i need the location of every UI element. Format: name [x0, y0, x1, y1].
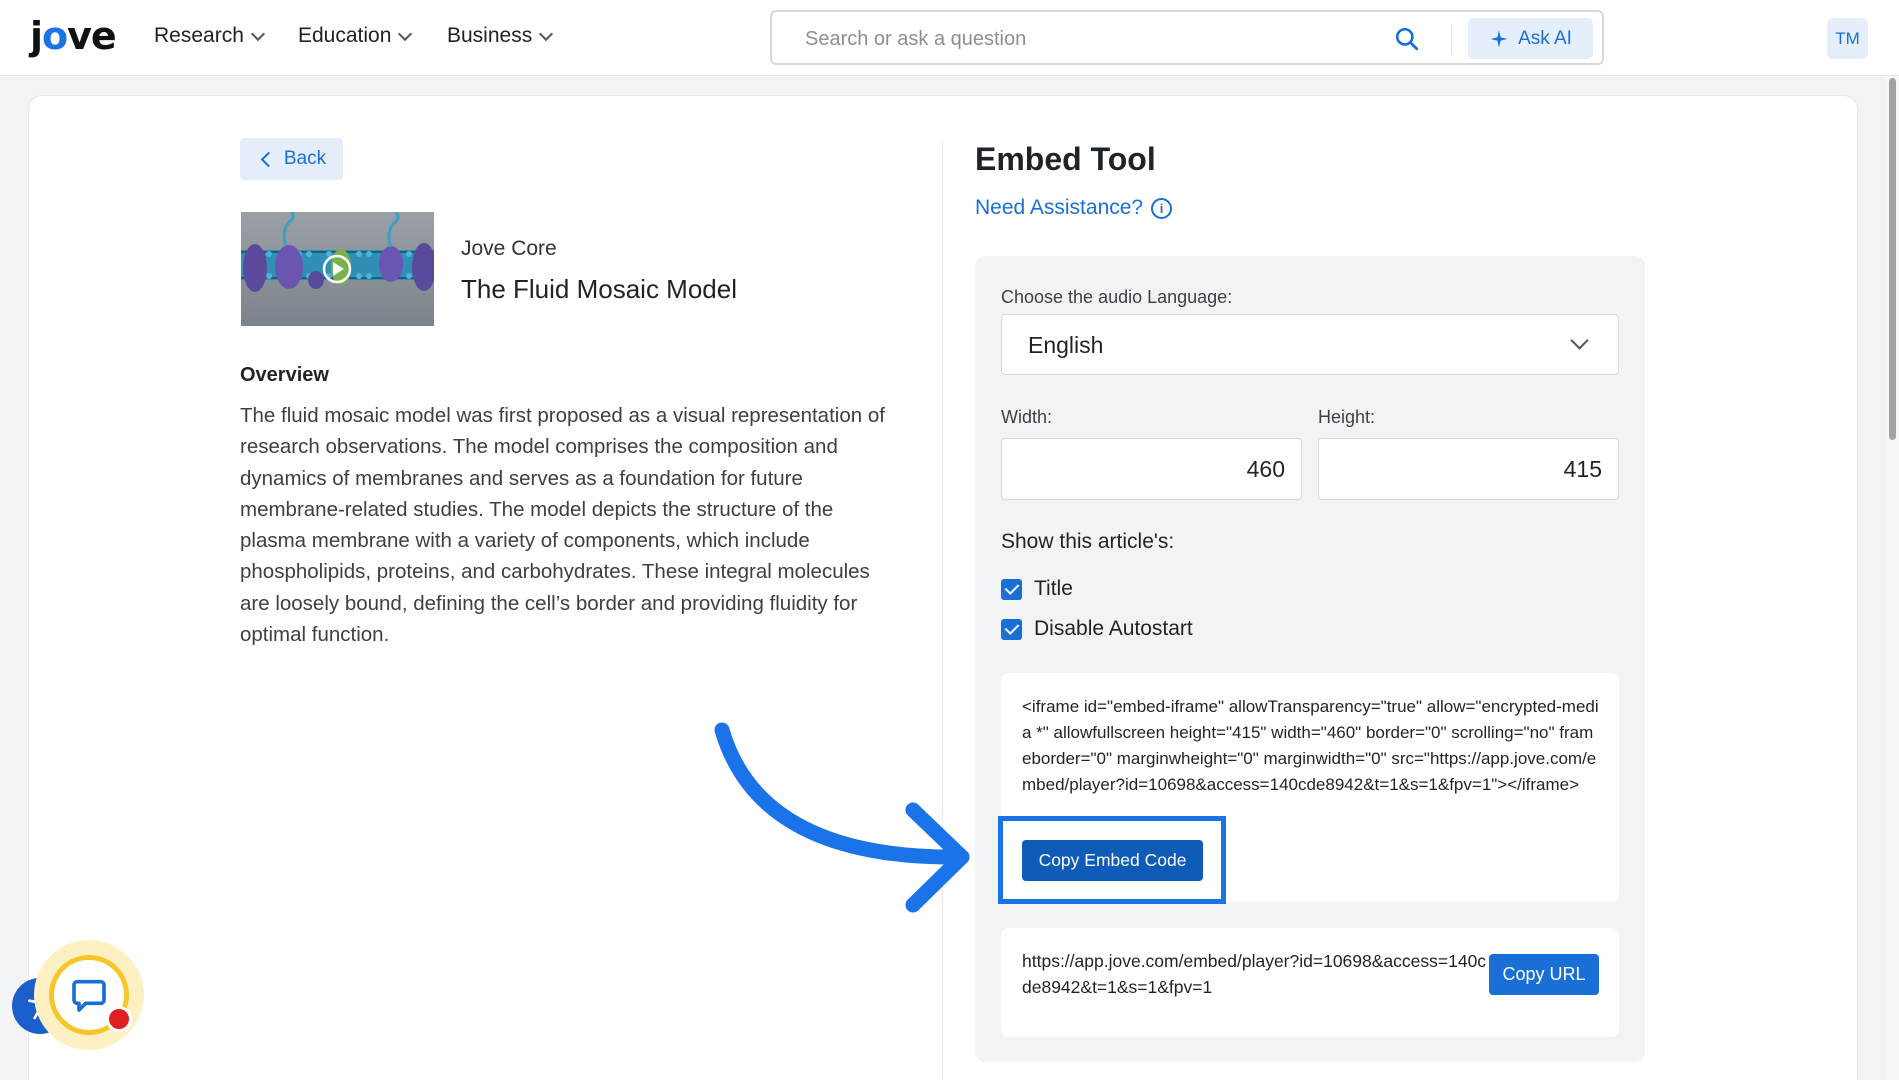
nav-label: Business: [447, 24, 533, 47]
chat-widget-button[interactable]: [34, 940, 144, 1050]
chevron-down-icon: [1570, 331, 1589, 350]
embed-tool-title: Embed Tool: [975, 141, 1156, 177]
info-icon: i: [1151, 197, 1173, 219]
copy-url-button[interactable]: Copy URL: [1489, 954, 1599, 995]
width-label: Width:: [1001, 407, 1053, 427]
assistance-label: Need Assistance?: [975, 196, 1144, 219]
option-disable-autostart[interactable]: Disable Autostart: [1001, 617, 1193, 641]
search-input[interactable]: Search or ask a question: [805, 28, 1026, 51]
overview-heading: Overview: [240, 364, 329, 386]
jove-logo[interactable]: jove: [30, 14, 117, 58]
show-options-heading: Show this article's:: [1001, 530, 1175, 553]
height-input[interactable]: 415: [1318, 438, 1619, 500]
search-bar: Search or ask a question Ask AI: [770, 10, 1604, 65]
option-title[interactable]: Title: [1001, 577, 1073, 601]
video-title: The Fluid Mosaic Model: [461, 274, 737, 304]
chevron-left-icon: [260, 151, 277, 167]
logo-part: o: [42, 14, 68, 58]
ask-ai-label: Ask AI: [1518, 27, 1572, 49]
video-thumbnail[interactable]: [241, 212, 434, 326]
logo-part: j: [30, 14, 43, 58]
embed-url-text[interactable]: https://app.jove.com/embed/player?id=106…: [1022, 948, 1492, 1000]
user-avatar[interactable]: TM: [1827, 18, 1868, 59]
option-label: Disable Autostart: [1034, 617, 1193, 640]
selected-language: English: [1028, 332, 1104, 358]
overview-text: The fluid mosaic model was first propose…: [240, 404, 885, 647]
chevron-down-icon: [539, 26, 554, 41]
annotation-arrow-icon: [714, 722, 970, 913]
nav-research[interactable]: Research: [154, 24, 265, 48]
title-checkbox[interactable]: [1001, 578, 1022, 600]
ask-ai-button[interactable]: Ask AI: [1468, 18, 1593, 59]
course-name: Jove Core: [461, 237, 557, 260]
logo-part: ve: [67, 14, 117, 58]
chat-widget-inner: [49, 955, 132, 1035]
option-label: Title: [1034, 577, 1073, 600]
embed-code-text[interactable]: <iframe id="embed-iframe" allowTranspare…: [1022, 694, 1602, 802]
nav-education[interactable]: Education: [298, 24, 413, 48]
sparkle-icon: [1490, 30, 1508, 47]
chat-bubble-icon: [72, 979, 106, 1012]
nav-business[interactable]: Business: [447, 24, 554, 48]
nav-label: Education: [298, 24, 392, 47]
height-label: Height:: [1318, 407, 1376, 427]
back-button[interactable]: Back: [240, 138, 343, 180]
embed-url-box: https://app.jove.com/embed/player?id=106…: [1001, 928, 1619, 1037]
page-scrollbar[interactable]: [1886, 76, 1899, 1080]
column-divider: [942, 140, 943, 1080]
search-icon[interactable]: [1394, 26, 1420, 52]
need-assistance-link[interactable]: Need Assistance? i: [975, 196, 1173, 220]
membrane-illustration: [241, 212, 434, 292]
highlight-box: [998, 816, 1226, 904]
width-input[interactable]: 460: [1001, 438, 1302, 500]
top-navigation-bar: jove Research Education Business Search …: [0, 0, 1899, 76]
audio-language-label: Choose the audio Language:: [1001, 287, 1233, 307]
scrollbar-thumb[interactable]: [1889, 78, 1896, 440]
notification-dot: [106, 1006, 132, 1032]
audio-language-select[interactable]: English: [1001, 314, 1619, 375]
chevron-down-icon: [250, 26, 265, 41]
chevron-down-icon: [398, 26, 413, 41]
search-divider: [1451, 24, 1452, 54]
back-label: Back: [283, 148, 327, 169]
nav-label: Research: [154, 24, 244, 47]
disable-autostart-checkbox[interactable]: [1001, 618, 1022, 640]
